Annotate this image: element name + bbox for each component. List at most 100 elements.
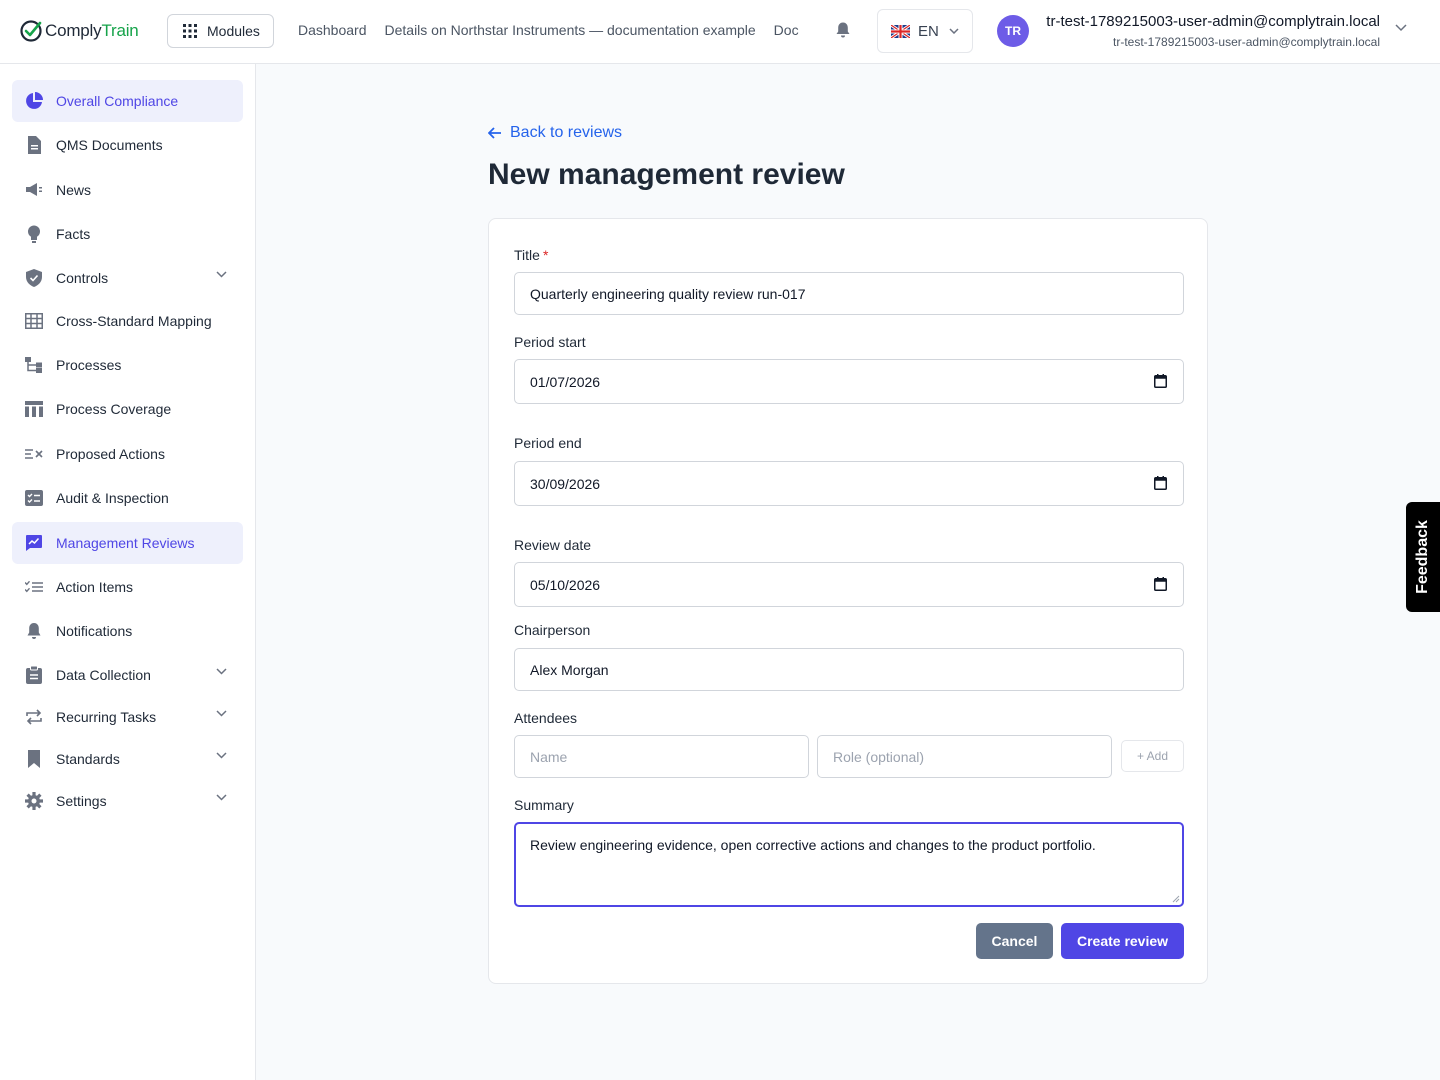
review-date-value: 05/10/2026: [530, 576, 601, 593]
sidebar-item-label: News: [56, 182, 92, 198]
repeat-icon: [24, 707, 44, 727]
sidebar-item-overall-compliance[interactable]: Overall Compliance: [12, 80, 243, 122]
sidebar-item-controls[interactable]: Controls: [12, 257, 243, 299]
notifications-bell-icon[interactable]: [834, 21, 852, 39]
checklist-box-icon: [24, 488, 44, 508]
sidebar-item-facts[interactable]: Facts: [12, 213, 243, 255]
sidebar-item-label: Controls: [56, 270, 109, 286]
breadcrumb-details[interactable]: Details on Northstar Instruments — docum…: [385, 22, 756, 38]
chevron-down-icon[interactable]: [216, 710, 227, 717]
add-attendee-button[interactable]: + Add: [1121, 740, 1184, 772]
sidebar-item-settings[interactable]: Settings: [12, 780, 243, 822]
sidebar-item-cross-standard-mapping[interactable]: Cross-Standard Mapping: [12, 300, 243, 342]
sidebar-item-label: Proposed Actions: [56, 446, 165, 462]
required-marker: *: [542, 247, 549, 263]
top-bar: ComplyTrain Modules Dashboard Details on …: [0, 0, 1440, 64]
resize-handle-icon[interactable]: [1172, 895, 1180, 903]
checklist-icon: [24, 577, 44, 597]
title-input[interactable]: Quarterly engineering quality review run…: [514, 272, 1184, 315]
attendee-name-placeholder: Name: [530, 748, 568, 765]
grid-dots-icon: [183, 24, 197, 38]
sidebar-item-standards[interactable]: Standards: [12, 738, 243, 780]
sidebar-item-notifications[interactable]: Notifications: [12, 610, 243, 652]
complytrain-logo[interactable]: ComplyTrain: [19, 17, 139, 45]
back-link-label: Back to reviews: [510, 124, 623, 141]
chevron-down-icon[interactable]: [216, 752, 227, 759]
period-end-value: 30/09/2026: [530, 475, 601, 492]
sidebar: Overall Compliance QMS Documents News Fa…: [0, 64, 256, 1080]
megaphone-icon: [24, 180, 44, 200]
feedback-tab[interactable]: Feedback: [1406, 502, 1440, 612]
summary-value: Review engineering evidence, open correc…: [530, 837, 1096, 853]
attendee-name-input[interactable]: Name: [514, 735, 809, 778]
chairperson-input[interactable]: Alex Morgan: [514, 648, 1184, 691]
breadcrumb: Dashboard Details on Northstar Instrument…: [298, 22, 826, 42]
sidebar-item-label: Processes: [56, 357, 122, 373]
period-end-date-input[interactable]: 30/09/2026: [514, 461, 1184, 506]
sidebar-item-label: Cross-Standard Mapping: [56, 313, 212, 329]
review-date-input[interactable]: 05/10/2026: [514, 562, 1184, 607]
sidebar-item-label: Management Reviews: [56, 535, 195, 551]
grid-table-icon: [24, 311, 44, 331]
chevron-down-icon[interactable]: [216, 271, 227, 278]
back-to-reviews-link[interactable]: Back to reviews: [488, 123, 622, 143]
sidebar-item-processes[interactable]: Processes: [12, 344, 243, 386]
sidebar-item-qms-documents[interactable]: QMS Documents: [12, 124, 243, 166]
sidebar-item-label: Overall Compliance: [56, 93, 179, 109]
chevron-down-icon: [949, 28, 959, 34]
period-start-date-input[interactable]: 01/07/2026: [514, 359, 1184, 404]
pie-chart-icon: [24, 91, 44, 111]
review-form-card: Title * Quarterly engineering quality rev…: [488, 218, 1208, 984]
sidebar-item-process-coverage[interactable]: Process Coverage: [12, 388, 243, 430]
calendar-icon[interactable]: [1154, 576, 1167, 591]
sidebar-item-label: Facts: [56, 226, 91, 242]
user-avatar[interactable]: TR: [997, 15, 1029, 47]
chairperson-value: Alex Morgan: [530, 661, 609, 678]
sidebar-item-audit-inspection[interactable]: Audit & Inspection: [12, 477, 243, 519]
cancel-button[interactable]: Cancel: [976, 923, 1053, 959]
sidebar-item-management-reviews[interactable]: Management Reviews: [12, 522, 243, 564]
uk-flag-icon: [891, 24, 910, 38]
sidebar-item-label: Process Coverage: [56, 401, 172, 417]
logo-check-icon: [20, 20, 42, 42]
sidebar-item-action-items[interactable]: Action Items: [12, 566, 243, 608]
calendar-icon[interactable]: [1154, 373, 1167, 388]
sidebar-item-proposed-actions[interactable]: Proposed Actions: [12, 433, 243, 475]
chairperson-label: Chairperson: [514, 622, 591, 638]
breadcrumb-doc[interactable]: Doc: [774, 22, 799, 38]
user-email: tr-test-1789215003-user-admin@complytrai…: [1113, 35, 1380, 49]
modules-button[interactable]: Modules: [167, 14, 274, 48]
calendar-icon[interactable]: [1154, 475, 1167, 490]
attendee-role-input[interactable]: Role (optional): [817, 735, 1112, 778]
chevron-down-icon[interactable]: [216, 794, 227, 801]
lightbulb-icon: [24, 224, 44, 244]
period-start-value: 01/07/2026: [530, 373, 601, 390]
sidebar-item-data-collection[interactable]: Data Collection: [12, 654, 243, 696]
sidebar-item-news[interactable]: News: [12, 169, 243, 211]
sidebar-item-label: Audit & Inspection: [56, 490, 169, 506]
sidebar-item-label: QMS Documents: [56, 137, 163, 153]
chevron-down-icon[interactable]: [216, 668, 227, 675]
arrow-left-icon: [488, 127, 501, 139]
language-selector[interactable]: EN: [877, 9, 973, 53]
gear-icon: [24, 791, 44, 811]
period-start-label: Period start: [514, 334, 586, 350]
user-menu-chevron-icon[interactable]: [1395, 24, 1407, 32]
breadcrumb-dashboard[interactable]: Dashboard: [298, 22, 367, 38]
summary-textarea[interactable]: Review engineering evidence, open correc…: [514, 822, 1184, 907]
bookmark-icon: [24, 749, 44, 769]
logo-text: ComplyTrain: [45, 21, 139, 40]
columns-table-icon: [24, 399, 44, 419]
attendees-label: Attendees: [514, 710, 578, 726]
user-name[interactable]: tr-test-1789215003-user-admin@complytrai…: [1046, 13, 1380, 30]
bell-icon: [24, 621, 44, 641]
sidebar-item-label: Action Items: [56, 579, 134, 595]
modules-label: Modules: [207, 23, 260, 39]
create-review-button[interactable]: Create review: [1061, 923, 1184, 959]
attendee-role-placeholder: Role (optional): [833, 748, 925, 765]
sidebar-item-label: Notifications: [56, 623, 133, 639]
list-cross-icon: [24, 444, 44, 464]
sidebar-item-recurring-tasks[interactable]: Recurring Tasks: [12, 696, 243, 738]
process-tree-icon: [24, 355, 44, 375]
title-label: Title *: [514, 247, 549, 263]
